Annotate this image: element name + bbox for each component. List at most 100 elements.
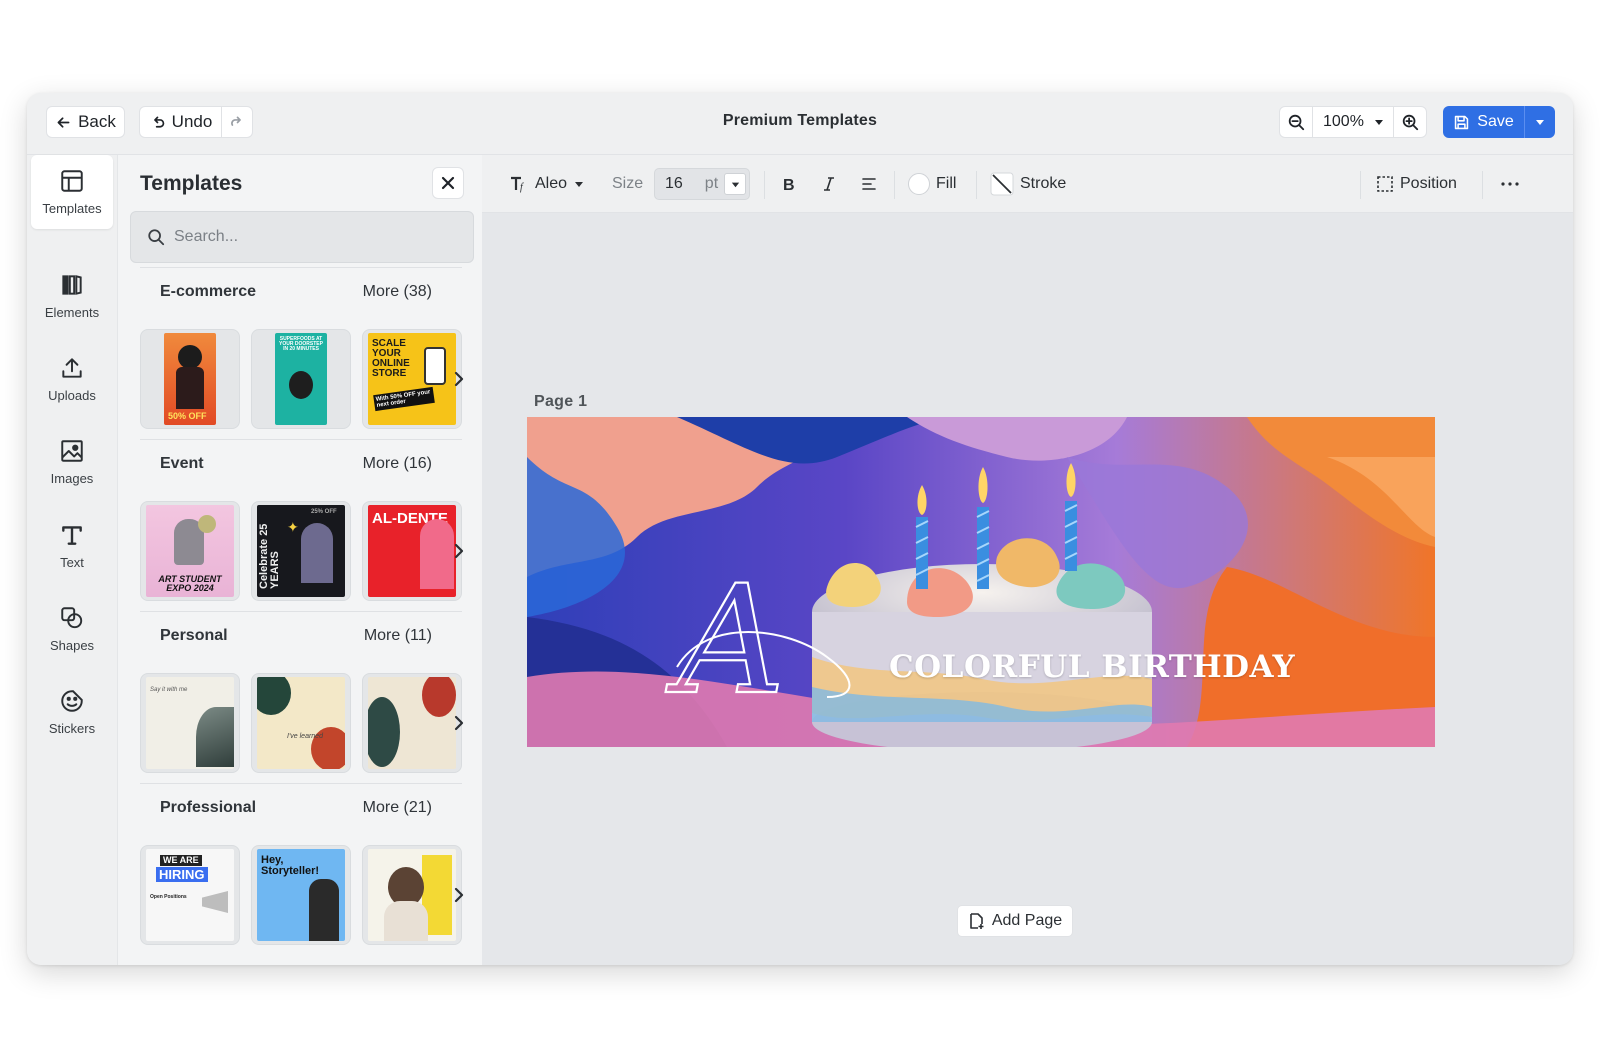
- divider: [1482, 171, 1483, 199]
- bold-button[interactable]: B: [778, 155, 800, 213]
- elements-icon: [62, 275, 82, 295]
- stroke-label: Stroke: [1020, 175, 1067, 192]
- fill-label: Fill: [936, 175, 957, 192]
- next-arrow[interactable]: [449, 883, 469, 907]
- size-label: Size: [612, 175, 644, 192]
- add-page-button[interactable]: Add Page: [957, 905, 1073, 937]
- zoom-value: 100%: [1323, 113, 1364, 130]
- divider: [764, 171, 765, 199]
- divider: [1360, 171, 1361, 199]
- canvas-area: f Aleo Size 16 pt B Fill Stroke Position…: [482, 155, 1573, 965]
- text-toolbar: f Aleo Size 16 pt B Fill Stroke Position: [482, 155, 1573, 213]
- divider: [140, 439, 462, 440]
- add-page-icon: [970, 913, 984, 929]
- script-letter: A: [665, 554, 785, 728]
- next-arrow[interactable]: [449, 711, 469, 735]
- template-thumb[interactable]: SUPERFOODS AT YOUR DOORSTEP IN 20 MINUTE…: [251, 329, 351, 429]
- template-thumb[interactable]: I've learned: [251, 673, 351, 773]
- thumb-text: Say it with me: [150, 687, 188, 693]
- save-options-button[interactable]: [1525, 106, 1555, 138]
- search-input[interactable]: [174, 228, 454, 246]
- rail-item-stickers[interactable]: Stickers: [31, 675, 113, 749]
- more-link[interactable]: More (21): [363, 799, 432, 817]
- more-link[interactable]: More (38): [363, 283, 432, 301]
- rail-item-elements[interactable]: Elements: [31, 259, 113, 333]
- size-value: 16: [665, 175, 683, 192]
- save-icon: [1455, 115, 1469, 129]
- search-field: [130, 211, 474, 263]
- rail-item-templates[interactable]: Templates: [31, 155, 113, 229]
- bold-icon: B: [783, 177, 795, 192]
- thumb-row: WE ARE HIRING Open Positions Hey, Storyt…: [140, 845, 464, 945]
- thumb-text: Hey, Storyteller!: [261, 854, 320, 877]
- position-button[interactable]: Position: [1376, 155, 1457, 213]
- position-icon: [1377, 176, 1393, 192]
- rail-item-images[interactable]: Images: [31, 425, 113, 499]
- divider: [894, 171, 895, 199]
- fill-swatch: [908, 173, 930, 195]
- chevron-right-icon: [454, 887, 464, 903]
- stroke-button[interactable]: Stroke: [990, 155, 1066, 213]
- caret-down-icon: [575, 182, 584, 187]
- templates-panel: Templates E-commerce More (38) 50% OFF: [117, 155, 482, 965]
- layout-icon: [61, 170, 83, 192]
- banner-artwork: A: [527, 417, 1435, 747]
- template-thumb[interactable]: Celebrate 25 YEARS 25% OFF ✦: [251, 501, 351, 601]
- design-canvas[interactable]: A COLORFUL BIRTHDAY: [527, 417, 1435, 747]
- caret-down-icon: [1375, 120, 1383, 125]
- template-thumb[interactable]: Say it with me: [140, 673, 240, 773]
- template-thumb[interactable]: [362, 673, 462, 773]
- rail-item-text[interactable]: Text: [31, 509, 113, 583]
- align-button[interactable]: [858, 155, 880, 213]
- top-bar: Back Undo Premium Templates 100% Save: [27, 93, 1573, 155]
- size-input[interactable]: 16 pt: [654, 168, 750, 200]
- close-panel-button[interactable]: [432, 167, 464, 199]
- zoom-select[interactable]: 100%: [1312, 107, 1394, 137]
- next-arrow[interactable]: [449, 539, 469, 563]
- next-arrow[interactable]: [449, 367, 469, 391]
- template-thumb[interactable]: Hey, Storyteller!: [251, 845, 351, 945]
- thumb-text: 25% OFF: [311, 509, 337, 515]
- chevron-right-icon: [454, 715, 464, 731]
- thumb-text: Celebrate 25 YEARS: [258, 523, 281, 589]
- rail-item-shapes[interactable]: Shapes: [31, 592, 113, 666]
- thumb-text: 50% OFF: [168, 411, 207, 421]
- align-left-icon: [862, 178, 876, 190]
- template-thumb[interactable]: ART STUDENT EXPO 2024: [140, 501, 240, 601]
- more-link[interactable]: More (16): [363, 455, 432, 473]
- sticker-icon: [61, 690, 83, 712]
- fill-button[interactable]: Fill: [908, 155, 956, 213]
- divider: [140, 611, 462, 612]
- thumb-text: With 50% OFF your next order: [373, 386, 435, 412]
- save-button[interactable]: Save: [1443, 106, 1525, 138]
- image-icon: [61, 440, 83, 462]
- svg-text:f: f: [520, 182, 524, 193]
- rail-label: Uploads: [48, 388, 96, 403]
- thumb-text: SUPERFOODS AT YOUR DOORSTEP IN 20 MINUTE…: [279, 336, 323, 352]
- rail-label: Stickers: [48, 721, 96, 736]
- thumb-row: 50% OFF SUPERFOODS AT YOUR DOORSTEP IN 2…: [140, 329, 464, 429]
- size-unit: pt: [704, 175, 719, 192]
- save-label: Save: [1477, 113, 1514, 130]
- template-thumb[interactable]: WE ARE HIRING Open Positions: [140, 845, 240, 945]
- template-thumb[interactable]: [362, 845, 462, 945]
- rail-label: Text: [60, 555, 84, 570]
- size-dropdown-button[interactable]: [724, 173, 746, 195]
- rail-label: Templates: [42, 201, 102, 216]
- thumb-row: ART STUDENT EXPO 2024 Celebrate 25 YEARS…: [140, 501, 464, 601]
- zoom-in-button[interactable]: [1394, 107, 1426, 137]
- more-icon: [1501, 182, 1519, 186]
- banner-title[interactable]: COLORFUL BIRTHDAY: [889, 649, 1295, 685]
- zoom-out-button[interactable]: [1280, 107, 1312, 137]
- more-options-button[interactable]: [1498, 155, 1522, 213]
- chevron-right-icon: [454, 543, 464, 559]
- page-label: Page 1: [534, 393, 588, 410]
- template-thumb[interactable]: SCALE YOUR ONLINE STORE With 50% OFF you…: [362, 329, 462, 429]
- template-thumb[interactable]: AL-DENTE: [362, 501, 462, 601]
- rail-item-uploads[interactable]: Uploads: [31, 342, 113, 416]
- font-select[interactable]: f Aleo: [509, 155, 585, 213]
- side-rail: Templates Elements Uploads Images Text S…: [27, 155, 117, 965]
- more-link[interactable]: More (11): [364, 627, 432, 645]
- italic-button[interactable]: [818, 155, 840, 213]
- template-thumb[interactable]: 50% OFF: [140, 329, 240, 429]
